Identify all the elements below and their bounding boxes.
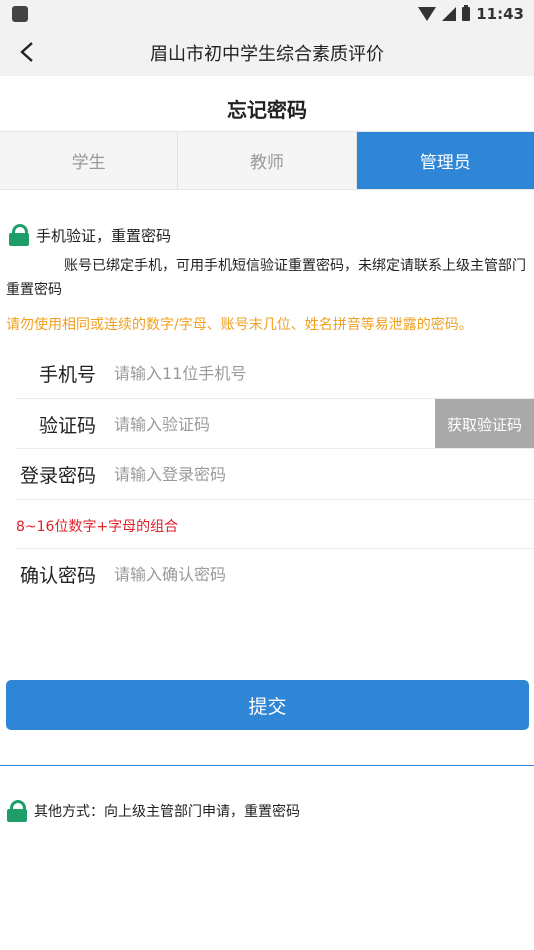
password-row: 登录密码 <box>0 449 534 499</box>
section-title: 手机验证，重置密码 <box>8 224 171 246</box>
phone-label: 手机号 <box>38 363 96 386</box>
code-label: 验证码 <box>38 414 96 437</box>
unlock-icon <box>6 800 28 822</box>
status-time: 11:43 <box>476 5 524 23</box>
page-title: 忘记密码 <box>227 98 307 122</box>
password-warning: 请勿使用相同或连续的数字/字母、账号末几位、姓名拼音等易泄露的密码。 <box>6 317 473 333</box>
nav-bar: 眉山市初中学生综合素质评价 <box>0 28 534 76</box>
status-bar: 11:43 <box>0 0 534 28</box>
confirm-row: 确认密码 <box>0 549 534 599</box>
wifi-icon <box>418 7 437 21</box>
tab-teacher[interactable]: 教师 <box>178 132 357 189</box>
password-label: 登录密码 <box>19 464 96 487</box>
other-method-text: 其他方式：向上级主管部门申请，重置密码 <box>34 804 300 820</box>
section-description: 账号已绑定手机，可用手机短信验证重置密码，未绑定请联系上级主管部门重置密码 <box>6 258 526 298</box>
confirm-input[interactable] <box>112 563 416 585</box>
section-title-text: 手机验证，重置密码 <box>36 226 172 245</box>
code-row: 验证码 获取验证码 <box>0 399 534 449</box>
status-indicators: 11:43 <box>418 4 524 24</box>
phone-row: 手机号 <box>0 348 534 398</box>
unlock-icon <box>8 224 30 246</box>
phone-input[interactable] <box>112 362 416 384</box>
nav-title: 眉山市初中学生综合素质评价 <box>150 44 384 65</box>
password-rule-hint: 8~16位数字+字母的组合 <box>16 519 179 535</box>
password-input[interactable] <box>112 463 416 485</box>
signal-icon <box>442 7 457 21</box>
section-divider <box>0 765 534 766</box>
app-notification-icon <box>12 6 28 22</box>
confirm-label: 确认密码 <box>19 564 96 587</box>
other-method: 其他方式：向上级主管部门申请，重置密码 <box>6 800 300 822</box>
code-input[interactable] <box>112 413 316 435</box>
get-code-button[interactable]: 获取验证码 <box>435 399 534 449</box>
tab-admin[interactable]: 管理员 <box>356 132 534 189</box>
submit-button[interactable]: 提交 <box>6 680 529 730</box>
battery-icon <box>462 5 471 21</box>
role-tabs: 学生 教师 管理员 <box>0 131 534 190</box>
tab-student[interactable]: 学生 <box>0 132 179 189</box>
row-divider <box>16 499 534 500</box>
